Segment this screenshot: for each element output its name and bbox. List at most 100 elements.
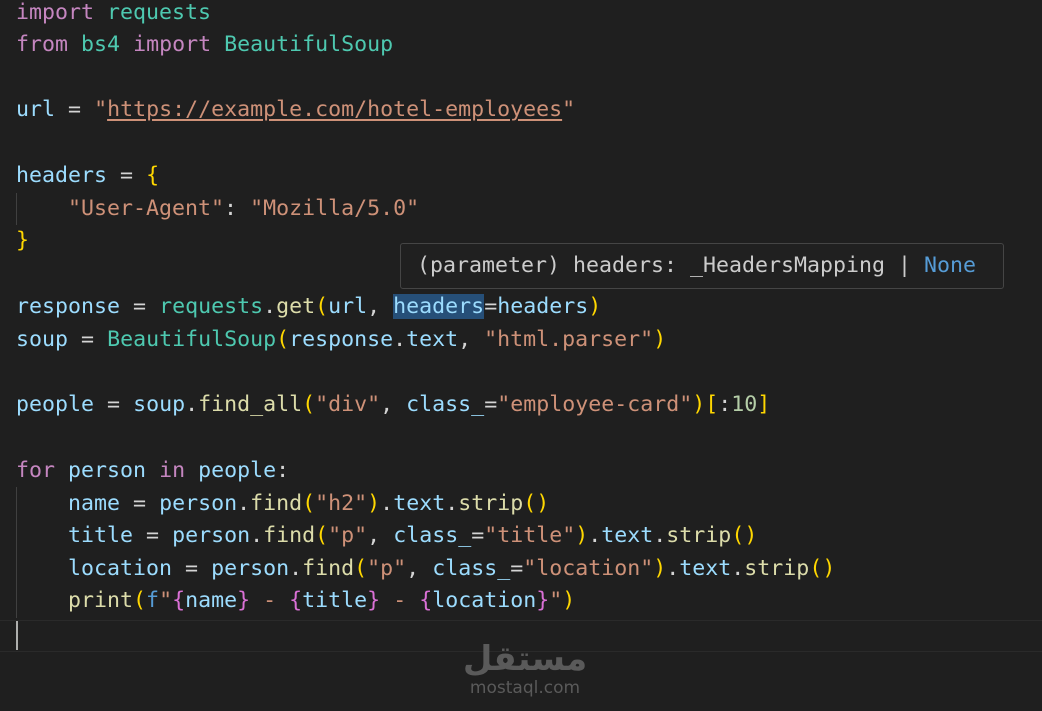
keyword: from (16, 32, 69, 57)
string: "p" (367, 556, 407, 581)
bracket: ( (354, 556, 368, 581)
function-name: strip (744, 556, 810, 581)
bracket: () (809, 556, 836, 581)
variable: response (289, 327, 394, 352)
string: "div" (315, 392, 381, 417)
variable: class_ (432, 556, 511, 581)
watermark-logo: مستقل (462, 639, 588, 679)
operator: . (380, 491, 394, 516)
function-name: strip (458, 491, 524, 516)
bracket: { (172, 588, 186, 613)
code-line-16: name = person.find("h2").text.strip() (16, 488, 549, 520)
bracket: ) (653, 556, 667, 581)
watermark-site: mostaql.com (469, 678, 581, 698)
bracket: { (419, 588, 433, 613)
keyword: for (16, 458, 56, 483)
code-line-18: location = person.find("p", class_="loca… (16, 553, 835, 585)
code-line-15: for person in people: (16, 455, 289, 487)
code-line-1: import requests (16, 0, 211, 29)
operator: = (120, 163, 134, 188)
variable: class_ (406, 392, 485, 417)
parameter-hover-tooltip: (parameter) headers: _HeadersMapping | N… (400, 243, 1004, 289)
string: "html.parser" (484, 327, 654, 352)
number: 10 (731, 392, 758, 417)
string: - (380, 588, 420, 613)
keyword: import (16, 0, 95, 25)
bracket: ( (133, 588, 147, 613)
operator: = (68, 97, 82, 122)
variable: people (198, 458, 277, 483)
bracket: ) (588, 294, 602, 319)
string-quote: " (94, 97, 108, 122)
operator: . (393, 327, 407, 352)
variable: text (406, 327, 459, 352)
bracket: ( (302, 392, 316, 417)
operator: . (185, 392, 199, 417)
operator: . (289, 556, 303, 581)
string: "title" (484, 523, 576, 548)
operator: , (406, 556, 420, 581)
string-quote: " (549, 588, 563, 613)
bracket: ( (276, 327, 290, 352)
variable: class_ (393, 523, 472, 548)
code-editor[interactable]: import requests from bs4 import Beautifu… (0, 0, 1042, 711)
bracket: ) (367, 491, 381, 516)
operator: = (471, 523, 485, 548)
code-line-19: print(f"{name} - {title} - {location}") (16, 585, 575, 617)
bracket: [ (705, 392, 719, 417)
code-line-2: from bs4 import BeautifulSoup (16, 29, 393, 61)
operator: = (510, 556, 524, 581)
variable: title (302, 588, 368, 613)
operator: . (237, 491, 251, 516)
operator: = (484, 392, 498, 417)
watermark: مستقل mostaql.com (455, 640, 595, 698)
hover-none-type: None (924, 253, 977, 278)
variable: location (432, 588, 537, 613)
operator: = (146, 523, 160, 548)
operator: . (445, 491, 459, 516)
variable: person (159, 491, 238, 516)
module-name: requests (107, 0, 212, 25)
operator: : (224, 196, 238, 221)
variable: person (68, 458, 147, 483)
operator: = (107, 392, 121, 417)
variable: headers (497, 294, 589, 319)
bracket: ( (315, 523, 329, 548)
operator: . (263, 294, 277, 319)
bracket: { (289, 588, 303, 613)
code-line-7: "User-Agent": "Mozilla/5.0" (16, 193, 419, 225)
function-name: find (302, 556, 355, 581)
string-quote: " (562, 97, 576, 122)
url-link[interactable]: https://example.com/hotel-employees (107, 97, 562, 122)
function-name: find (263, 523, 316, 548)
variable: people (16, 392, 95, 417)
code-line-4: url = "https://example.com/hotel-employe… (16, 94, 575, 126)
module-name: bs4 (81, 32, 121, 57)
code-line-13: people = soup.find_all("div", class_="em… (16, 389, 770, 421)
string: "location" (523, 556, 654, 581)
bracket: ( (315, 294, 329, 319)
operator: : (718, 392, 732, 417)
function-name: find (250, 491, 303, 516)
highlighted-parameter[interactable]: headers (393, 294, 485, 319)
class-name: BeautifulSoup (224, 32, 394, 57)
code-line-6: headers = { (16, 160, 159, 192)
variable: text (679, 556, 732, 581)
fstring-prefix: f (146, 588, 160, 613)
bracket: { (146, 163, 160, 188)
operator: = (185, 556, 199, 581)
string-quote: " (159, 588, 173, 613)
operator: , (367, 523, 381, 548)
string: "employee-card" (497, 392, 693, 417)
operator: = (133, 491, 147, 516)
operator: , (380, 392, 394, 417)
bracket: ] (757, 392, 771, 417)
operator: . (653, 523, 667, 548)
variable: response (16, 294, 121, 319)
operator: = (484, 294, 498, 319)
function-name: strip (666, 523, 732, 548)
keyword: import (133, 32, 212, 57)
variable: title (68, 523, 134, 548)
variable: person (211, 556, 290, 581)
operator: , (458, 327, 472, 352)
